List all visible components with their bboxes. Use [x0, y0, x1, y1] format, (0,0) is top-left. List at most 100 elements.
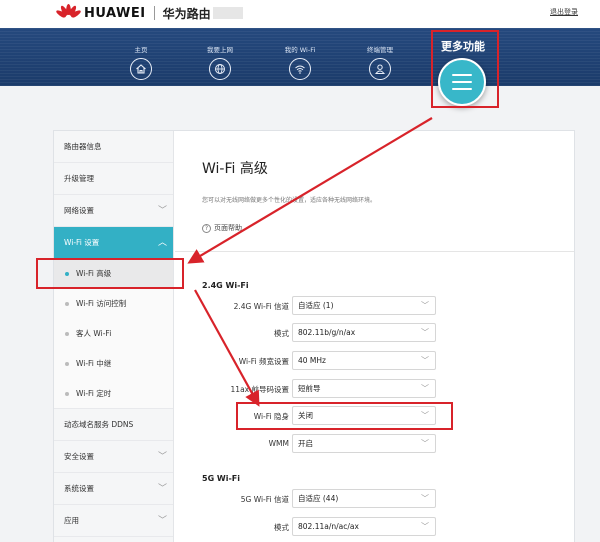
chevron-down-icon: ﹀ — [421, 522, 429, 531]
setting-row-24g-bandwidth: Wi-Fi 频宽设置 40 MHz ﹀ — [175, 351, 555, 371]
select-value: 关闭 — [298, 411, 313, 420]
sidebar-item-network[interactable]: 网络设置 ﹀ — [54, 195, 173, 227]
select-value: 自适应 (44) — [298, 494, 339, 503]
hide-wifi-24g-select[interactable]: 关闭 ﹀ — [292, 406, 436, 425]
nav-devices-label: 终端管理 — [367, 46, 393, 54]
menu-icon — [452, 74, 472, 76]
brand-name: HUAWEI — [84, 5, 146, 21]
main-nav: 主页 我要上网 我的 Wi-Fi 终端管理 — [0, 28, 600, 86]
chevron-down-icon: ﹀ — [157, 206, 167, 216]
section-title-24g: 2.4G Wi-Fi — [202, 281, 249, 290]
mode-24g-select[interactable]: 802.11b/g/n/ax ﹀ — [292, 323, 436, 342]
sidebar-subitem-wifi-advanced[interactable]: Wi-Fi 高级 — [54, 259, 173, 289]
section-divider — [175, 251, 574, 252]
setting-label: Wi-Fi 隐身 — [253, 412, 289, 421]
sidebar-item-label: 系统设置 — [64, 484, 94, 493]
sidebar: 路由器信息 升级管理 网络设置 ﹀ Wi-Fi 设置 ︿ Wi-Fi 高级 Wi-F… — [54, 131, 174, 542]
sidebar-item-label: 升级管理 — [64, 174, 94, 183]
select-value: 40 MHz — [298, 356, 326, 365]
select-value: 802.11b/g/n/ax — [298, 328, 356, 337]
menu-icon — [452, 88, 472, 90]
setting-label: 模式 — [274, 329, 289, 338]
section-title-5g: 5G Wi-Fi — [202, 474, 241, 483]
nav-devices[interactable]: 终端管理 — [350, 44, 410, 80]
select-value: 短前导 — [298, 384, 321, 393]
home-icon — [130, 58, 152, 80]
setting-label: 模式 — [274, 523, 289, 532]
setting-label: 5G Wi-Fi 信道 — [240, 495, 289, 504]
sidebar-subitem-label: Wi-Fi 访问控制 — [76, 299, 127, 308]
sidebar-item-router-info[interactable]: 路由器信息 — [54, 131, 173, 163]
select-value: 802.11a/n/ac/ax — [298, 522, 359, 531]
chevron-up-icon: ︿ — [157, 238, 167, 248]
sidebar-subitem-label: Wi-Fi 中继 — [76, 359, 112, 368]
user-icon — [369, 58, 391, 80]
wmm-24g-select[interactable]: 开启 ﹀ — [292, 434, 436, 453]
chevron-down-icon: ﹀ — [157, 484, 167, 494]
page-help-link[interactable]: ? 页面帮助 — [202, 223, 242, 233]
wifi-icon — [289, 58, 311, 80]
setting-row-24g-channel: 2.4G Wi-Fi 信道 自适应 (1) ﹀ — [175, 296, 555, 316]
huawei-logo: HUAWEI 华为路由 — [54, 4, 243, 22]
sidebar-item-label: 应用 — [64, 516, 79, 525]
sidebar-subitem-wifi-timer[interactable]: Wi-Fi 定时 — [54, 379, 173, 409]
huawei-logo-mark-icon — [54, 4, 82, 22]
sidebar-item-upgrade[interactable]: 升级管理 — [54, 163, 173, 195]
sidebar-item-label: 路由器信息 — [64, 142, 102, 151]
globe-icon — [209, 58, 231, 80]
nav-my-wifi[interactable]: 我的 Wi-Fi — [270, 44, 330, 80]
mode-5g-select[interactable]: 802.11a/n/ac/ax ﹀ — [292, 517, 436, 536]
bandwidth-24g-select[interactable]: 40 MHz ﹀ — [292, 351, 436, 370]
more-features-label: 更多功能 — [441, 40, 485, 53]
logout-link[interactable]: 退出登录 — [550, 7, 578, 17]
setting-row-5g-mode: 模式 802.11a/n/ac/ax ﹀ — [175, 517, 555, 537]
sidebar-item-wifi-settings[interactable]: Wi-Fi 设置 ︿ — [54, 227, 173, 259]
setting-label: 11ax 前导码设置 — [230, 385, 289, 394]
nav-internet-label: 我要上网 — [207, 46, 233, 54]
sidebar-subitem-wifi-repeater[interactable]: Wi-Fi 中继 — [54, 349, 173, 379]
menu-icon — [452, 81, 472, 83]
sidebar-item-system[interactable]: 系统设置 ﹀ — [54, 473, 173, 505]
bullet-icon — [65, 272, 69, 276]
chevron-down-icon: ﹀ — [421, 301, 429, 310]
select-value: 自适应 (1) — [298, 301, 334, 310]
sidebar-item-apps[interactable]: 应用 ﹀ — [54, 505, 173, 537]
nav-internet[interactable]: 我要上网 — [190, 44, 250, 80]
preamble-24g-select[interactable]: 短前导 ﹀ — [292, 379, 436, 398]
sidebar-item-label: Wi-Fi 设置 — [64, 238, 100, 247]
bullet-icon — [65, 332, 69, 336]
sidebar-subitem-label: Wi-Fi 高级 — [76, 269, 112, 278]
page-description: 您可以对无线网络做更多个性化的设置，适应各种无线网络环境。 — [202, 197, 377, 204]
chevron-down-icon: ﹀ — [421, 494, 429, 503]
setting-label: Wi-Fi 频宽设置 — [238, 357, 289, 366]
more-features-button[interactable] — [438, 58, 486, 106]
select-value: 开启 — [298, 439, 313, 448]
setting-row-24g-wmm: WMM 开启 ﹀ — [175, 434, 555, 454]
bullet-icon — [65, 302, 69, 306]
sidebar-item-security[interactable]: 安全设置 ﹀ — [54, 441, 173, 473]
chevron-down-icon: ﹀ — [421, 328, 429, 337]
sidebar-item-label: 安全设置 — [64, 452, 94, 461]
sidebar-subitem-wifi-access-control[interactable]: Wi-Fi 访问控制 — [54, 289, 173, 319]
channel-5g-select[interactable]: 自适应 (44) ﹀ — [292, 489, 436, 508]
channel-24g-select[interactable]: 自适应 (1) ﹀ — [292, 296, 436, 315]
sidebar-item-ddns[interactable]: 动态域名服务 DDNS — [54, 409, 173, 441]
setting-label: 2.4G Wi-Fi 信道 — [233, 302, 289, 311]
sidebar-subitem-label: 客人 Wi-Fi — [76, 329, 112, 338]
setting-label: WMM — [268, 439, 289, 448]
nav-home[interactable]: 主页 — [111, 44, 171, 80]
sidebar-item-label: 网络设置 — [64, 206, 94, 215]
chevron-down-icon: ﹀ — [421, 439, 429, 448]
bullet-icon — [65, 362, 69, 366]
sidebar-subitem-label: Wi-Fi 定时 — [76, 389, 112, 398]
chevron-down-icon: ﹀ — [421, 411, 429, 420]
setting-row-5g-channel: 5G Wi-Fi 信道 自适应 (44) ﹀ — [175, 489, 555, 509]
sidebar-subitem-guest-wifi[interactable]: 客人 Wi-Fi — [54, 319, 173, 349]
chevron-down-icon: ﹀ — [421, 384, 429, 393]
page-help-label: 页面帮助 — [214, 224, 242, 232]
help-icon: ? — [202, 223, 211, 233]
sidebar-item-label: 动态域名服务 DDNS — [64, 420, 134, 429]
setting-row-24g-hidden: Wi-Fi 隐身 关闭 ﹀ — [175, 406, 555, 426]
brand-divider — [153, 6, 155, 20]
product-name: 华为路由 — [162, 6, 211, 21]
